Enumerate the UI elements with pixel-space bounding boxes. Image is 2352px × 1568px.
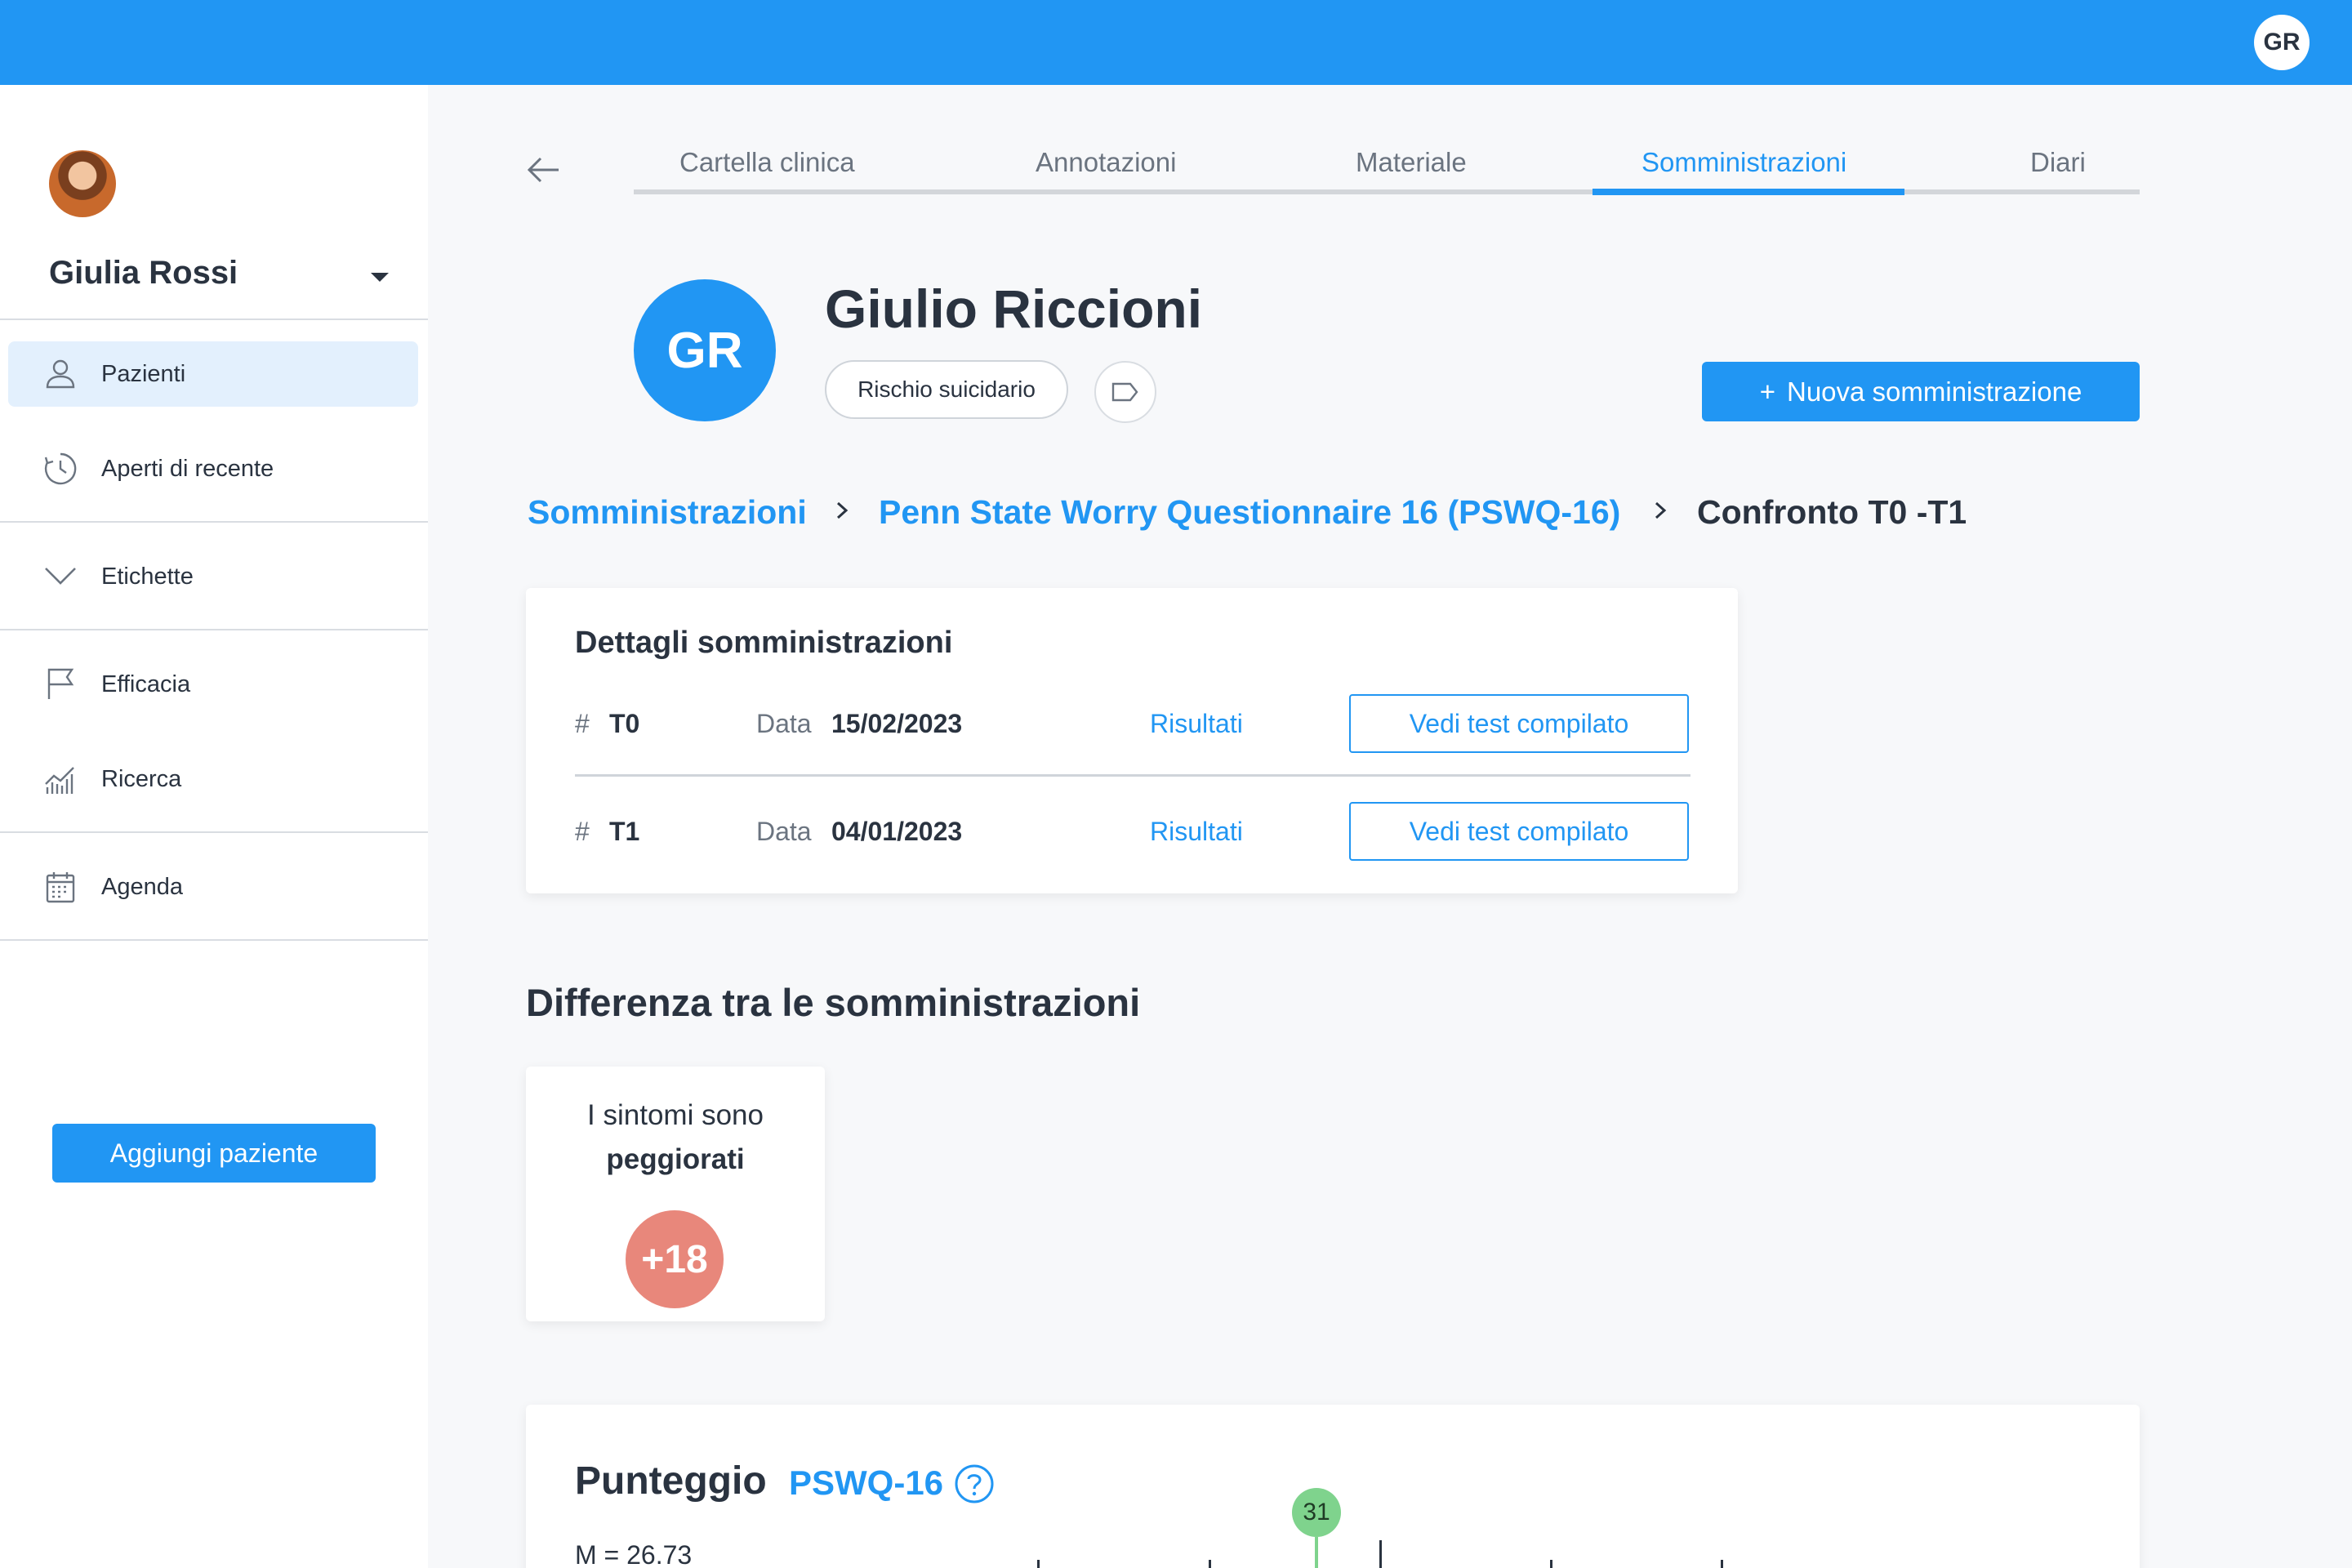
risk-chip[interactable]: Rischio suicidario: [825, 360, 1068, 419]
tab-cartella-clinica[interactable]: Cartella clinica: [679, 147, 855, 178]
sidebar-item-ricerca[interactable]: Ricerca: [8, 746, 418, 812]
sidebar: Giulia Rossi Pazienti Aperti di recente …: [0, 85, 428, 1568]
difference-text: I sintomi sono: [587, 1099, 764, 1131]
top-bar: GR: [0, 0, 2352, 85]
sidebar-item-label: Ricerca: [101, 765, 182, 792]
history-icon: [44, 452, 77, 485]
row-date-label: Data: [756, 817, 812, 846]
difference-value-badge: +18: [626, 1210, 724, 1308]
axis-tick: [1209, 1560, 1211, 1568]
details-title: Dettagli somministrazioni: [575, 626, 953, 660]
row-date: 15/02/2023: [831, 709, 963, 738]
score-marker-badge: 31: [1292, 1488, 1341, 1537]
chevron-down-icon: [45, 568, 76, 585]
administration-details-card: Dettagli somministrazioni # T0 Data 15/0…: [526, 588, 1738, 893]
sidebar-item-pazienti[interactable]: Pazienti: [8, 341, 418, 407]
user-photo-avatar[interactable]: [49, 150, 116, 217]
sidebar-item-etichette[interactable]: Etichette: [8, 544, 418, 609]
tab-somministrazioni[interactable]: Somministrazioni: [1642, 147, 1846, 178]
user-name[interactable]: Giulia Rossi: [49, 255, 238, 292]
plus-icon: +: [1759, 376, 1775, 407]
add-patient-button[interactable]: Aggiungi paziente: [52, 1124, 376, 1183]
axis-tick: [1550, 1560, 1552, 1568]
caret-down-icon[interactable]: [371, 273, 389, 282]
new-administration-button[interactable]: + Nuova somministrazione: [1702, 362, 2140, 421]
divider: [0, 629, 428, 630]
row-date: 04/01/2023: [831, 817, 963, 846]
sidebar-item-label: Etichette: [101, 563, 194, 590]
difference-status: peggiorati: [606, 1143, 745, 1175]
sidebar-item-efficacia[interactable]: Efficacia: [8, 652, 418, 717]
axis-tick: [1379, 1540, 1382, 1568]
row-hash: #: [575, 709, 590, 738]
difference-section-title: Differenza tra le somministrazioni: [526, 981, 1141, 1024]
score-marker-line: [1315, 1537, 1318, 1568]
divider: [0, 939, 428, 941]
row-hash: #: [575, 817, 590, 846]
breadcrumb-item-somministrazioni[interactable]: Somministrazioni: [528, 493, 807, 532]
row-date-label: Data: [756, 709, 812, 738]
breadcrumb-item-current: Confronto T0 -T1: [1697, 493, 1967, 531]
mean-label: M = 26.73: [575, 1540, 693, 1568]
flag-icon: [47, 668, 74, 699]
account-avatar[interactable]: GR: [2254, 15, 2310, 70]
chevron-right-icon: [1655, 501, 1667, 519]
divider: [0, 521, 428, 523]
sidebar-item-label: Agenda: [101, 873, 183, 900]
calendar-icon: [46, 872, 75, 903]
tab-materiale[interactable]: Materiale: [1356, 147, 1467, 178]
view-completed-test-button[interactable]: Vedi test compilato: [1349, 694, 1689, 753]
divider: [0, 318, 428, 320]
results-link[interactable]: Risultati: [1150, 709, 1243, 739]
patient-name: Giulio Riccioni: [825, 278, 1203, 339]
patient-avatar: GR: [634, 279, 776, 421]
tab-annotazioni[interactable]: Annotazioni: [1036, 147, 1176, 178]
score-card: Punteggio PSWQ-16 M = 26.73 31: [526, 1405, 2140, 1568]
tag-icon: [1111, 382, 1138, 402]
user-icon: [46, 359, 75, 389]
add-tag-button[interactable]: [1094, 361, 1156, 423]
axis-tick: [1037, 1560, 1040, 1568]
score-title: Punteggio: [575, 1459, 767, 1503]
chevron-right-icon: [836, 501, 849, 519]
sidebar-item-label: Pazienti: [101, 360, 186, 387]
results-link[interactable]: Risultati: [1150, 817, 1243, 847]
divider: [0, 831, 428, 833]
view-completed-test-button[interactable]: Vedi test compilato: [1349, 802, 1689, 861]
new-administration-label: Nuova somministrazione: [1786, 376, 2082, 407]
axis-tick: [1721, 1560, 1723, 1568]
difference-card: I sintomi sono peggiorati +18: [526, 1067, 825, 1321]
row-id: T1: [609, 817, 640, 846]
tab-diari[interactable]: Diari: [2030, 147, 2086, 178]
sidebar-item-aperti-di-recente[interactable]: Aperti di recente: [8, 436, 418, 501]
sidebar-item-agenda[interactable]: Agenda: [8, 854, 418, 920]
row-id: T0: [609, 709, 640, 738]
sidebar-item-label: Efficacia: [101, 670, 191, 697]
help-icon[interactable]: [954, 1463, 995, 1504]
breadcrumb-item-questionnaire[interactable]: Penn State Worry Questionnaire 16 (PSWQ-…: [879, 493, 1620, 532]
chart-icon: [45, 767, 74, 794]
sidebar-item-label: Aperti di recente: [101, 455, 274, 482]
active-tab-indicator: [1592, 189, 1904, 195]
score-scale-label: PSWQ-16: [789, 1463, 944, 1502]
back-arrow-icon[interactable]: [523, 149, 565, 191]
row-divider: [575, 774, 1690, 777]
tabs-track: [634, 189, 2140, 194]
